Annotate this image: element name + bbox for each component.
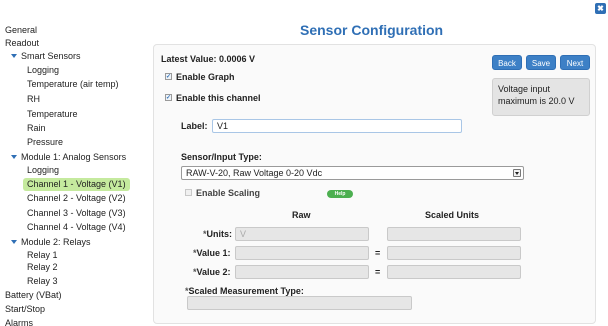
- enable-channel-row[interactable]: ✓ Enable this channel: [165, 93, 261, 103]
- raw-value1-input[interactable]: [235, 246, 369, 260]
- close-icon: ✖: [597, 4, 604, 13]
- sidebar-item-channel1[interactable]: Channel 1 - Voltage (V1): [23, 178, 130, 191]
- scaled-value2-input[interactable]: [387, 265, 521, 279]
- sidebar-item-general[interactable]: General: [5, 24, 37, 37]
- sidebar-item-rain[interactable]: Rain: [27, 122, 46, 135]
- sidebar-item-temperature[interactable]: Temperature: [27, 108, 78, 121]
- voltage-note: Voltage input maximum is 20.0 V: [492, 78, 590, 116]
- enable-graph-row[interactable]: ✓ Enable Graph: [165, 72, 235, 82]
- scaled-column-header: Scaled Units: [425, 210, 480, 220]
- sidebar-group-module2[interactable]: Module 2: Relays: [11, 236, 91, 249]
- scaled-units-input[interactable]: [387, 227, 521, 241]
- close-button[interactable]: ✖: [595, 3, 606, 14]
- sidebar-item-battery[interactable]: Battery (VBat): [5, 289, 62, 302]
- save-button[interactable]: Save: [526, 55, 556, 70]
- value2-label: *Value 2:: [193, 267, 231, 277]
- label-input[interactable]: V1: [212, 119, 462, 133]
- sidebar-item-temperature-air[interactable]: Temperature (air temp): [27, 78, 119, 91]
- enable-channel-checkbox[interactable]: ✓: [165, 94, 172, 102]
- raw-column-header: Raw: [292, 210, 311, 220]
- sidebar-item-channel4[interactable]: Channel 4 - Voltage (V4): [27, 221, 126, 234]
- label-field-label: Label:: [181, 121, 208, 131]
- sidebar-item-channel3[interactable]: Channel 3 - Voltage (V3): [27, 207, 126, 220]
- sidebar-item-pressure[interactable]: Pressure: [27, 136, 63, 149]
- value1-equals: =: [375, 248, 381, 258]
- scaled-measurement-type-label: *Scaled Measurement Type:: [185, 286, 304, 296]
- sidebar-item-relay3[interactable]: Relay 3: [27, 275, 58, 288]
- sidebar-item-rh[interactable]: RH: [27, 93, 40, 106]
- raw-value2-input[interactable]: [235, 265, 369, 279]
- enable-scaling-checkbox[interactable]: [185, 189, 192, 197]
- back-button[interactable]: Back: [492, 55, 522, 70]
- caret-down-icon: [11, 239, 17, 244]
- enable-graph-checkbox[interactable]: ✓: [165, 73, 172, 81]
- enable-scaling-row[interactable]: Enable Scaling: [185, 188, 260, 198]
- latest-value: Latest Value: 0.0006 V: [161, 54, 256, 64]
- caret-down-icon: [11, 53, 17, 58]
- sidebar-nav: General Readout Smart Sensors Logging Te…: [0, 24, 150, 326]
- sidebar-item-alarms[interactable]: Alarms: [5, 317, 33, 326]
- scaled-value1-input[interactable]: [387, 246, 521, 260]
- sidebar-item-channel2[interactable]: Channel 2 - Voltage (V2): [27, 192, 126, 205]
- sidebar-item-logging[interactable]: Logging: [27, 64, 59, 77]
- sidebar-group-module1[interactable]: Module 1: Analog Sensors: [11, 151, 126, 164]
- sensor-type-label: Sensor/Input Type:: [181, 152, 262, 162]
- sensor-type-select[interactable]: RAW-V-20, Raw Voltage 0-20 Vdc: [181, 166, 524, 180]
- units-label: *Units:: [203, 229, 233, 239]
- caret-down-icon: [11, 154, 17, 159]
- page-title: Sensor Configuration: [300, 22, 444, 38]
- sidebar-item-module1-logging[interactable]: Logging: [27, 164, 59, 177]
- help-button[interactable]: Help: [327, 190, 353, 198]
- next-button[interactable]: Next: [560, 55, 590, 70]
- value2-equals: =: [375, 267, 381, 277]
- scaled-measurement-type-select[interactable]: [187, 296, 412, 310]
- chevron-down-icon: [513, 169, 521, 177]
- sidebar-item-readout[interactable]: Readout: [5, 37, 39, 50]
- value1-label: *Value 1:: [193, 248, 231, 258]
- sidebar-group-smart-sensors[interactable]: Smart Sensors: [11, 50, 81, 63]
- sidebar-item-relay2[interactable]: Relay 2: [27, 261, 58, 274]
- raw-units-input[interactable]: V: [235, 227, 369, 241]
- sidebar-item-start-stop[interactable]: Start/Stop: [5, 303, 45, 316]
